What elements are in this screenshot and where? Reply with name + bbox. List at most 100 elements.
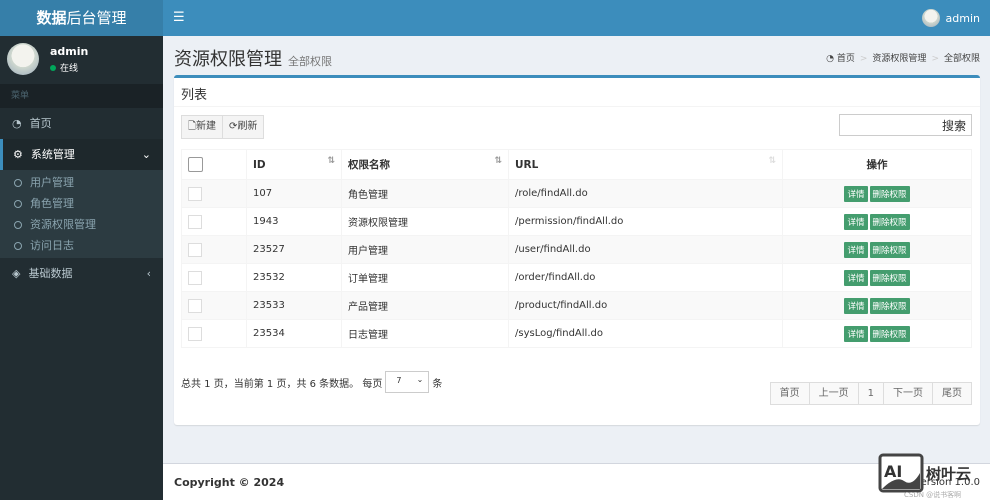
toolbar: 🗋新建 ⟳刷新 bbox=[181, 115, 265, 139]
table-row: 23533 产品管理 /product/findAll.do 详情 删除权限 bbox=[181, 291, 972, 320]
cogs-icon: ⚙ bbox=[13, 148, 23, 161]
circle-icon bbox=[14, 199, 22, 208]
watermark-logo: AI 树叶云 CSDN @说书客啊 bbox=[878, 453, 971, 499]
content: 资源权限管理 全部权限 ◔ 首页 > 资源权限管理 > 全部权限 列表 🗋新建 ⟳刷新 ⌕… bbox=[163, 36, 990, 463]
user-panel: admin 在线 bbox=[0, 36, 163, 84]
sidebar-item-basic-data[interactable]: ◈ 基础数据 ‹ bbox=[0, 258, 163, 289]
detail-button[interactable]: 详情 bbox=[844, 185, 868, 202]
detail-button[interactable]: 详情 bbox=[844, 241, 868, 258]
chevron-down-icon: ⌄ bbox=[141, 148, 151, 161]
last-page-button[interactable]: 尾页 bbox=[932, 382, 972, 405]
top-header: 数据后台管理 ☰ admin bbox=[0, 0, 990, 36]
row-checkbox[interactable] bbox=[188, 298, 202, 313]
page-1-button[interactable]: 1 bbox=[857, 382, 884, 405]
logo[interactable]: 数据后台管理 bbox=[0, 0, 163, 36]
cell-id: 23527 bbox=[246, 235, 342, 264]
row-checkbox[interactable] bbox=[188, 270, 202, 285]
svg-text:树叶云: 树叶云 bbox=[926, 465, 971, 483]
submenu: 用户管理 角色管理 资源权限管理 访问日志 bbox=[0, 170, 163, 258]
page-size-select[interactable]: 7 ⌄ bbox=[385, 371, 430, 393]
delete-permission-button[interactable]: 删除权限 bbox=[869, 185, 910, 202]
cell-url: /product/findAll.do bbox=[508, 291, 783, 320]
sidebar-item-home[interactable]: ◔ 首页 bbox=[0, 108, 163, 139]
pagination: 首页 上一页 1 下一页 尾页 bbox=[769, 382, 972, 405]
select-all-checkbox[interactable] bbox=[188, 157, 203, 172]
cell-url: /sysLog/findAll.do bbox=[508, 319, 783, 348]
select-all-header bbox=[181, 149, 247, 180]
cell-actions: 详情 删除权限 bbox=[782, 263, 972, 292]
row-checkbox[interactable] bbox=[188, 214, 202, 229]
column-id[interactable]: ID ⇅ bbox=[246, 149, 342, 180]
breadcrumb: ◔ 首页 > 资源权限管理 > 全部权限 bbox=[826, 54, 980, 64]
pagination-info: 总共 1 页，当前第 1 页，共 6 条数据。 每页 7 ⌄ 条 bbox=[181, 371, 442, 393]
copyright: Copyright © 2024 bbox=[174, 476, 285, 489]
delete-permission-button[interactable]: 删除权限 bbox=[869, 269, 910, 286]
file-icon: 🗋 bbox=[188, 121, 197, 132]
refresh-button[interactable]: ⟳刷新 bbox=[222, 115, 265, 139]
column-actions: 操作 bbox=[782, 149, 972, 180]
menu-header: 菜单 bbox=[0, 84, 163, 108]
avatar bbox=[921, 9, 940, 27]
detail-button[interactable]: 详情 bbox=[844, 297, 868, 314]
cell-name: 订单管理 bbox=[341, 263, 509, 292]
cell-id: 23532 bbox=[246, 263, 342, 292]
row-checkbox[interactable] bbox=[188, 242, 202, 257]
next-page-button[interactable]: 下一页 bbox=[883, 382, 933, 405]
prev-page-button[interactable]: 上一页 bbox=[808, 382, 859, 405]
footer: Copyright © 2024 Version 1.0.0 bbox=[163, 463, 990, 500]
detail-button[interactable]: 详情 bbox=[844, 325, 868, 342]
sidebar-item-system[interactable]: ⚙ 系统管理 ⌄ bbox=[0, 139, 163, 170]
cell-id: 23534 bbox=[246, 319, 342, 348]
user-name: admin bbox=[945, 11, 980, 25]
online-dot-icon bbox=[50, 65, 56, 71]
first-page-button[interactable]: 首页 bbox=[769, 382, 810, 405]
column-name[interactable]: 权限名称 ⇅ bbox=[341, 149, 509, 180]
row-select bbox=[181, 179, 247, 208]
cell-actions: 详情 删除权限 bbox=[782, 319, 972, 348]
cell-id: 23533 bbox=[246, 291, 342, 320]
breadcrumb-current: 全部权限 bbox=[943, 54, 980, 64]
row-select bbox=[181, 263, 247, 292]
breadcrumb-home[interactable]: 首页 bbox=[837, 54, 855, 64]
avatar bbox=[7, 43, 39, 75]
dashboard-icon: ◔ bbox=[12, 117, 22, 130]
row-select bbox=[181, 235, 247, 264]
page-title: 资源权限管理 全部权限 bbox=[174, 49, 332, 70]
circle-icon bbox=[14, 241, 22, 250]
row-select bbox=[181, 207, 247, 236]
delete-permission-button[interactable]: 删除权限 bbox=[869, 297, 910, 314]
table-row: 23532 订单管理 /order/findAll.do 详情 删除权限 bbox=[181, 263, 972, 292]
user-name: admin bbox=[50, 45, 89, 58]
sidebar-item-permissions[interactable]: 资源权限管理 bbox=[0, 214, 163, 235]
row-checkbox[interactable] bbox=[188, 186, 202, 201]
row-checkbox[interactable] bbox=[188, 326, 202, 341]
new-button[interactable]: 🗋新建 bbox=[181, 115, 224, 139]
delete-permission-button[interactable]: 删除权限 bbox=[869, 241, 910, 258]
user-menu[interactable]: admin bbox=[921, 9, 980, 27]
cell-id: 107 bbox=[246, 179, 342, 208]
circle-icon bbox=[14, 220, 22, 229]
delete-permission-button[interactable]: 删除权限 bbox=[869, 213, 910, 230]
sidebar-item-logs[interactable]: 访问日志 bbox=[0, 235, 163, 256]
cell-name: 资源权限管理 bbox=[341, 207, 509, 236]
cell-actions: 详情 删除权限 bbox=[782, 235, 972, 264]
detail-button[interactable]: 详情 bbox=[844, 213, 868, 230]
chevron-left-icon: ‹ bbox=[146, 267, 151, 280]
svg-text:CSDN @说书客啊: CSDN @说书客啊 bbox=[904, 490, 961, 499]
sort-icon: ⇅ bbox=[494, 156, 502, 166]
detail-button[interactable]: 详情 bbox=[844, 269, 868, 286]
breadcrumb-permissions[interactable]: 资源权限管理 bbox=[872, 54, 926, 64]
list-box: 列表 🗋新建 ⟳刷新 ⌕ 搜索 ID ⇅ 权限名称 ⇅ URL ⇅ 操作 107 角色管… bbox=[174, 75, 980, 425]
delete-permission-button[interactable]: 删除权限 bbox=[869, 325, 910, 342]
sidebar-item-roles[interactable]: 角色管理 bbox=[0, 193, 163, 214]
search-input[interactable]: ⌕ 搜索 bbox=[839, 114, 972, 136]
table-row: 107 角色管理 /role/findAll.do 详情 删除权限 bbox=[181, 179, 972, 208]
cell-actions: 详情 删除权限 bbox=[782, 207, 972, 236]
cell-actions: 详情 删除权限 bbox=[782, 179, 972, 208]
sidebar-item-users[interactable]: 用户管理 bbox=[0, 172, 163, 193]
cell-url: /role/findAll.do bbox=[508, 179, 783, 208]
bars-icon[interactable]: ☰ bbox=[173, 10, 185, 25]
column-url[interactable]: URL ⇅ bbox=[508, 149, 783, 180]
cube-icon: ◈ bbox=[12, 267, 21, 280]
sort-icon: ⇅ bbox=[327, 156, 335, 166]
